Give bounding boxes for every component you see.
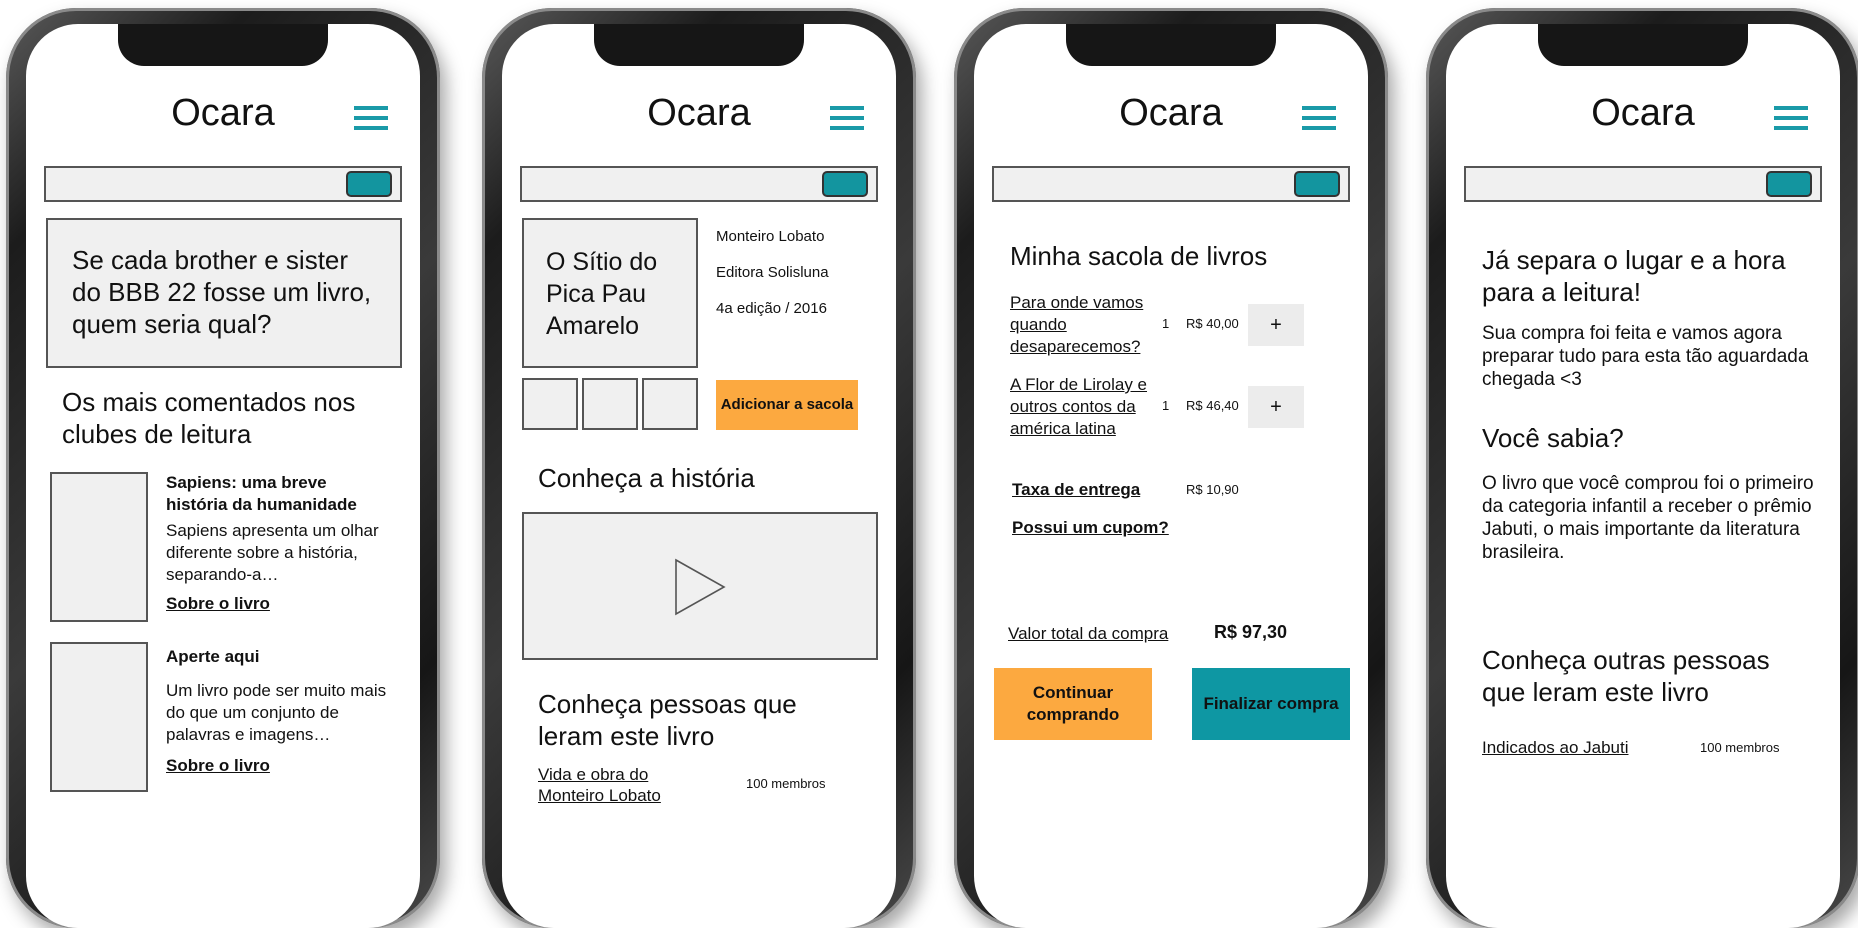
coupon-link[interactable]: Possui um cupom? (1012, 518, 1169, 538)
total-value: R$ 97,30 (1214, 622, 1288, 642)
bag-title: Minha sacola de livros (1010, 241, 1268, 271)
confirmation-message: Sua compra foi feita e vamos agora prepa… (1482, 323, 1809, 390)
bag-item-price: R$ 40,00 (1186, 316, 1239, 331)
phone-shopping-bag: Ocara Minha sacola de livros Para onde v… (954, 8, 1388, 928)
book-edition: 4a edição / 2016 (716, 300, 827, 317)
book-title: Aperte aqui (166, 647, 260, 666)
hamburger-menu-icon[interactable] (1774, 106, 1808, 132)
book-description: Sapiens apresenta um olhar diferente sob… (166, 521, 379, 584)
thumbnail[interactable] (582, 378, 638, 430)
others-readers-title: Conheça outras pessoas que leram este li… (1482, 645, 1770, 707)
phone-notch (1066, 24, 1276, 66)
bag-item-name[interactable]: Para onde vamos quando desaparecemos? (1010, 292, 1160, 358)
thumbnail[interactable] (522, 378, 578, 430)
screen-shopping-bag: Ocara Minha sacola de livros Para onde v… (974, 24, 1368, 928)
phone-notch (1538, 24, 1748, 66)
increase-quantity-button[interactable]: + (1248, 304, 1304, 346)
confirmation-heading: Já separa o lugar e a hora para a leitur… (1482, 245, 1786, 307)
total-label: Valor total da compra (1008, 624, 1169, 643)
featured-banner-text: Se cada brother e sister do BBB 22 fosse… (72, 245, 372, 339)
book-about-link[interactable]: Sobre o livro (166, 594, 270, 614)
search-bar[interactable] (1464, 166, 1822, 202)
video-player[interactable] (522, 512, 878, 660)
hamburger-menu-icon[interactable] (830, 106, 864, 132)
hamburger-menu-icon[interactable] (354, 106, 388, 132)
search-bar[interactable] (44, 166, 402, 202)
search-button[interactable] (1294, 171, 1340, 197)
delivery-fee-price: R$ 10,90 (1186, 482, 1239, 497)
club-member-count: 100 membros (1700, 740, 1780, 755)
bag-item-price: R$ 46,40 (1186, 398, 1239, 413)
book-cover-title: O Sítio do Pica Pau Amarelo (546, 248, 658, 340)
screen-confirmation: Ocara Já separa o lugar e a hora para a … (1446, 24, 1840, 928)
phone-home: Ocara Se cada brother e sister do BBB 22… (6, 8, 440, 928)
book-cover: O Sítio do Pica Pau Amarelo (522, 218, 698, 368)
play-icon[interactable] (674, 558, 728, 616)
bag-item-qty: 1 (1162, 398, 1170, 413)
book-cover[interactable] (50, 642, 148, 792)
search-button[interactable] (822, 171, 868, 197)
search-bar[interactable] (992, 166, 1350, 202)
bag-item-name[interactable]: A Flor de Lirolay e outros contos da amé… (1010, 374, 1160, 440)
search-bar[interactable] (520, 166, 878, 202)
phone-book-detail: Ocara O Sítio do Pica Pau Amarelo Montei… (482, 8, 916, 928)
book-cover[interactable] (50, 472, 148, 622)
continue-shopping-button[interactable]: Continuar comprando (994, 668, 1152, 740)
reading-club-link[interactable]: Indicados ao Jabuti (1482, 738, 1629, 758)
bag-item-qty: 1 (1162, 316, 1170, 331)
finish-purchase-button[interactable]: Finalizar compra (1192, 668, 1350, 740)
book-fact: O livro que você comprou foi o primeiro … (1482, 473, 1814, 563)
thumbnail[interactable] (642, 378, 698, 430)
hamburger-menu-icon[interactable] (1302, 106, 1336, 132)
phone-confirmation: Ocara Já separa o lugar e a hora para a … (1426, 8, 1858, 928)
search-button[interactable] (346, 171, 392, 197)
screen-home: Ocara Se cada brother e sister do BBB 22… (26, 24, 420, 928)
section-title: Os mais comentados nos clubes de leitura (62, 387, 356, 449)
book-about-link[interactable]: Sobre o livro (166, 756, 270, 776)
history-title: Conheça a história (538, 463, 755, 493)
club-member-count: 100 membros (746, 776, 826, 791)
delivery-fee-label: Taxa de entrega (1012, 480, 1141, 499)
add-to-bag-button[interactable]: Adicionar a sacola (716, 380, 858, 430)
did-you-know-title: Você sabia? (1482, 423, 1624, 453)
phone-notch (118, 24, 328, 66)
phone-notch (594, 24, 804, 66)
readers-title: Conheça pessoas que leram este livro (538, 689, 797, 751)
increase-quantity-button[interactable]: + (1248, 386, 1304, 428)
search-button[interactable] (1766, 171, 1812, 197)
reading-club-link[interactable]: Vida e obra do Monteiro Lobato (538, 764, 688, 806)
book-title: Sapiens: uma breve história da humanidad… (166, 473, 357, 514)
featured-banner[interactable]: Se cada brother e sister do BBB 22 fosse… (46, 218, 402, 368)
screen-book-detail: Ocara O Sítio do Pica Pau Amarelo Montei… (502, 24, 896, 928)
book-description: Um livro pode ser muito mais do que um c… (166, 681, 387, 744)
book-author: Monteiro Lobato (716, 228, 825, 245)
book-publisher: Editora Solisluna (716, 264, 829, 281)
